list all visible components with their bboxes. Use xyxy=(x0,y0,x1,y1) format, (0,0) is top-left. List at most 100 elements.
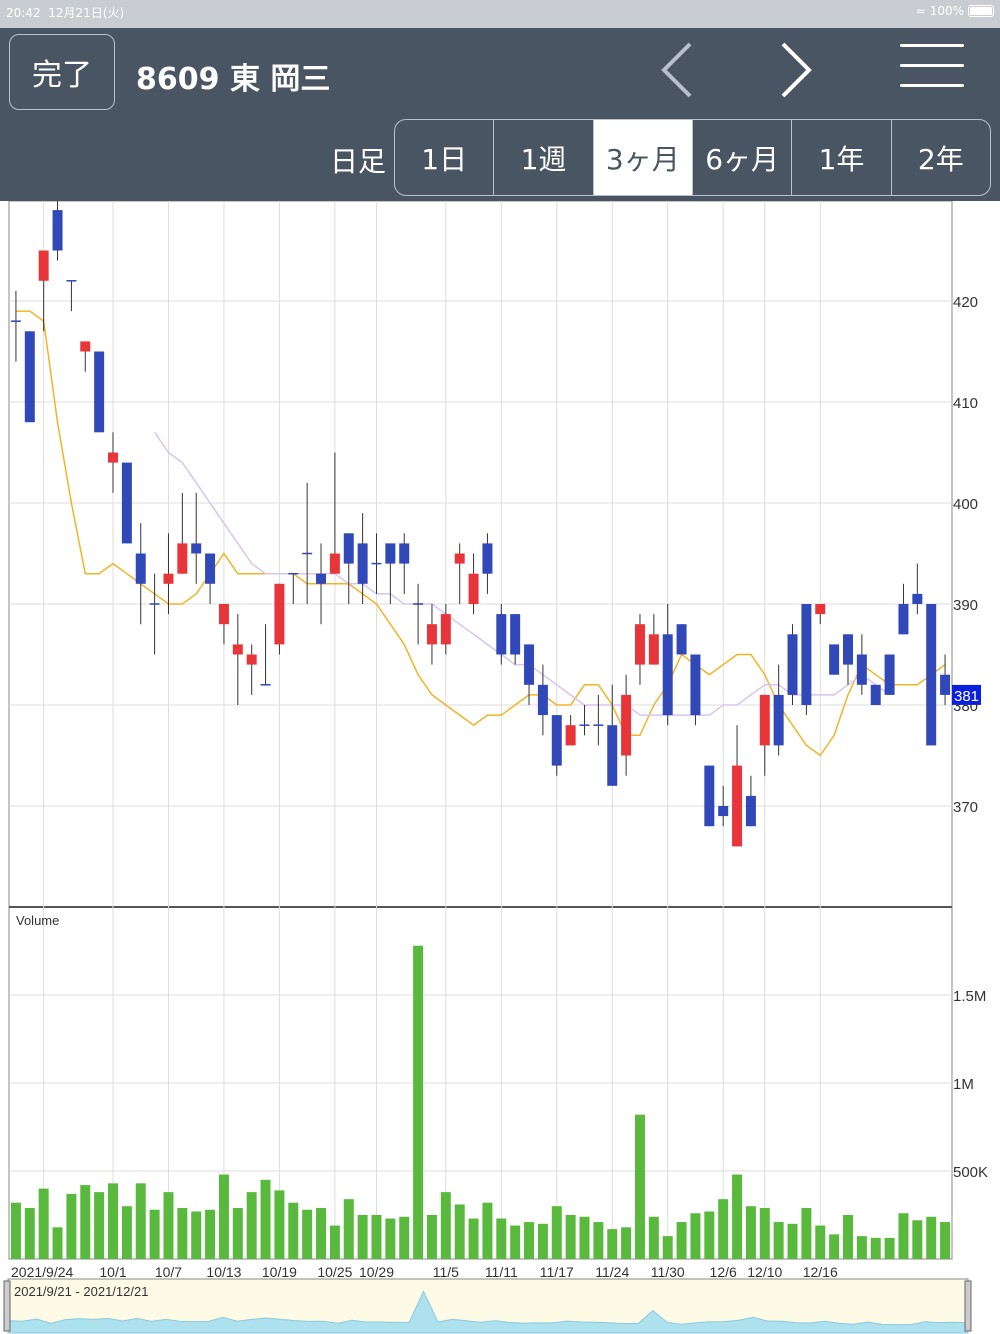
status-bar: 20:42 12月21日(火) ≈ 100% xyxy=(0,0,1000,28)
volume-bar xyxy=(371,1215,382,1259)
candle-body xyxy=(732,765,743,847)
volume-bar xyxy=(843,1215,853,1259)
candle-body xyxy=(191,543,202,554)
volume-bar xyxy=(454,1204,465,1259)
candle-body xyxy=(94,351,105,433)
candle-body xyxy=(759,694,770,746)
candle-body xyxy=(524,644,535,685)
header-bar: 完了 8609 東 岡三 日足 1日 1週 3ヶ月 6ヶ月 1年 2年 xyxy=(0,28,1000,201)
x-axis-label: 11/5 xyxy=(433,1264,459,1280)
candle-body xyxy=(218,604,229,625)
candle-body xyxy=(468,573,479,604)
volume-bar xyxy=(856,1236,867,1259)
volume-bar xyxy=(135,1183,146,1259)
volume-bar xyxy=(260,1179,271,1259)
volume-bar xyxy=(10,1202,21,1259)
volume-bar xyxy=(829,1234,840,1259)
tab-1y[interactable]: 1年 xyxy=(792,120,892,195)
volume-bar xyxy=(565,1215,576,1259)
hamburger-menu-icon[interactable] xyxy=(900,44,964,96)
candle-body xyxy=(135,553,146,584)
price-tick-label: 420 xyxy=(953,294,978,311)
candle-body xyxy=(829,644,840,675)
volume-bar xyxy=(884,1237,895,1259)
battery-icon xyxy=(968,5,994,17)
tab-1w[interactable]: 1週 xyxy=(494,120,594,195)
candle-body xyxy=(205,553,216,584)
candle-body xyxy=(163,573,174,584)
candle-body xyxy=(52,210,63,251)
tab-3m[interactable]: 3ヶ月 xyxy=(593,120,693,195)
candle-body xyxy=(648,634,659,665)
volume-bar xyxy=(121,1206,132,1259)
candle-body xyxy=(940,674,951,695)
volume-bar xyxy=(426,1215,437,1259)
x-axis-label: 2021/9/24 xyxy=(11,1264,73,1280)
done-button[interactable]: 完了 xyxy=(9,34,115,110)
volume-bar xyxy=(232,1207,243,1259)
candle-body xyxy=(482,543,493,574)
candle-body xyxy=(745,795,756,827)
stock-chart[interactable]: 4204104003903803701.5M1M500KVolume381202… xyxy=(0,201,1000,1334)
volume-bar xyxy=(38,1188,49,1259)
candle-body xyxy=(343,533,354,564)
tab-1d[interactable]: 1日 xyxy=(395,120,495,195)
volume-bar xyxy=(482,1202,493,1259)
candle-body xyxy=(38,250,49,281)
candle-body xyxy=(634,624,645,665)
volume-tick-label: 1.5M xyxy=(953,988,986,1005)
chevron-right-icon[interactable] xyxy=(765,40,825,100)
price-tick-label: 410 xyxy=(953,395,978,412)
volume-bar xyxy=(413,945,424,1259)
volume-bar xyxy=(773,1222,784,1259)
volume-bar xyxy=(440,1192,451,1259)
x-axis-label: 11/17 xyxy=(540,1264,574,1280)
candle-body xyxy=(815,604,826,615)
tab-2y[interactable]: 2年 xyxy=(892,120,990,195)
candle-body xyxy=(357,543,368,584)
x-axis-label: 11/11 xyxy=(485,1264,518,1280)
price-tick-label: 390 xyxy=(953,597,978,614)
volume-bar xyxy=(468,1218,479,1259)
x-axis-label: 10/25 xyxy=(317,1264,352,1280)
candle-body xyxy=(551,715,562,766)
volume-bar xyxy=(399,1216,410,1259)
x-axis-label: 12/16 xyxy=(803,1264,838,1280)
volume-bar xyxy=(66,1193,77,1259)
price-tick-label: 370 xyxy=(953,799,978,816)
x-axis-label: 10/1 xyxy=(99,1264,126,1280)
candle-body xyxy=(843,634,853,665)
candle-body xyxy=(454,553,465,564)
range-label: 2021/9/21 - 2021/12/21 xyxy=(14,1284,148,1299)
candle-body xyxy=(912,593,923,604)
volume-tick-label: 1M xyxy=(953,1076,974,1093)
candle-body xyxy=(926,604,937,746)
stock-title: 8609 東 岡三 xyxy=(136,62,331,97)
status-battery: ≈ 100% xyxy=(916,4,994,18)
volume-bar xyxy=(274,1190,285,1259)
candle-body xyxy=(607,725,618,786)
volume-bar xyxy=(634,1114,645,1259)
volume-tick-label: 500K xyxy=(953,1164,988,1181)
range-handle-right xyxy=(964,1280,972,1332)
volume-bar xyxy=(496,1218,507,1259)
volume-bar xyxy=(94,1192,105,1259)
candle-body xyxy=(246,654,257,665)
chevron-left-icon[interactable] xyxy=(650,40,710,100)
wifi-icon: ≈ xyxy=(915,4,926,18)
volume-bar xyxy=(191,1211,202,1259)
candle-body xyxy=(121,462,132,544)
volume-bar xyxy=(357,1215,368,1259)
volume-bar xyxy=(524,1222,535,1259)
volume-bar xyxy=(718,1199,729,1259)
volume-bar xyxy=(329,1225,340,1259)
x-axis-label: 11/30 xyxy=(651,1264,685,1280)
volume-bar xyxy=(593,1222,604,1259)
volume-bar xyxy=(177,1207,188,1259)
candle-body xyxy=(399,543,410,564)
volume-bar xyxy=(149,1209,160,1259)
candle-body xyxy=(510,614,521,655)
candle-body xyxy=(801,604,812,705)
candle-body xyxy=(496,614,507,655)
tab-6m[interactable]: 6ヶ月 xyxy=(693,120,793,195)
